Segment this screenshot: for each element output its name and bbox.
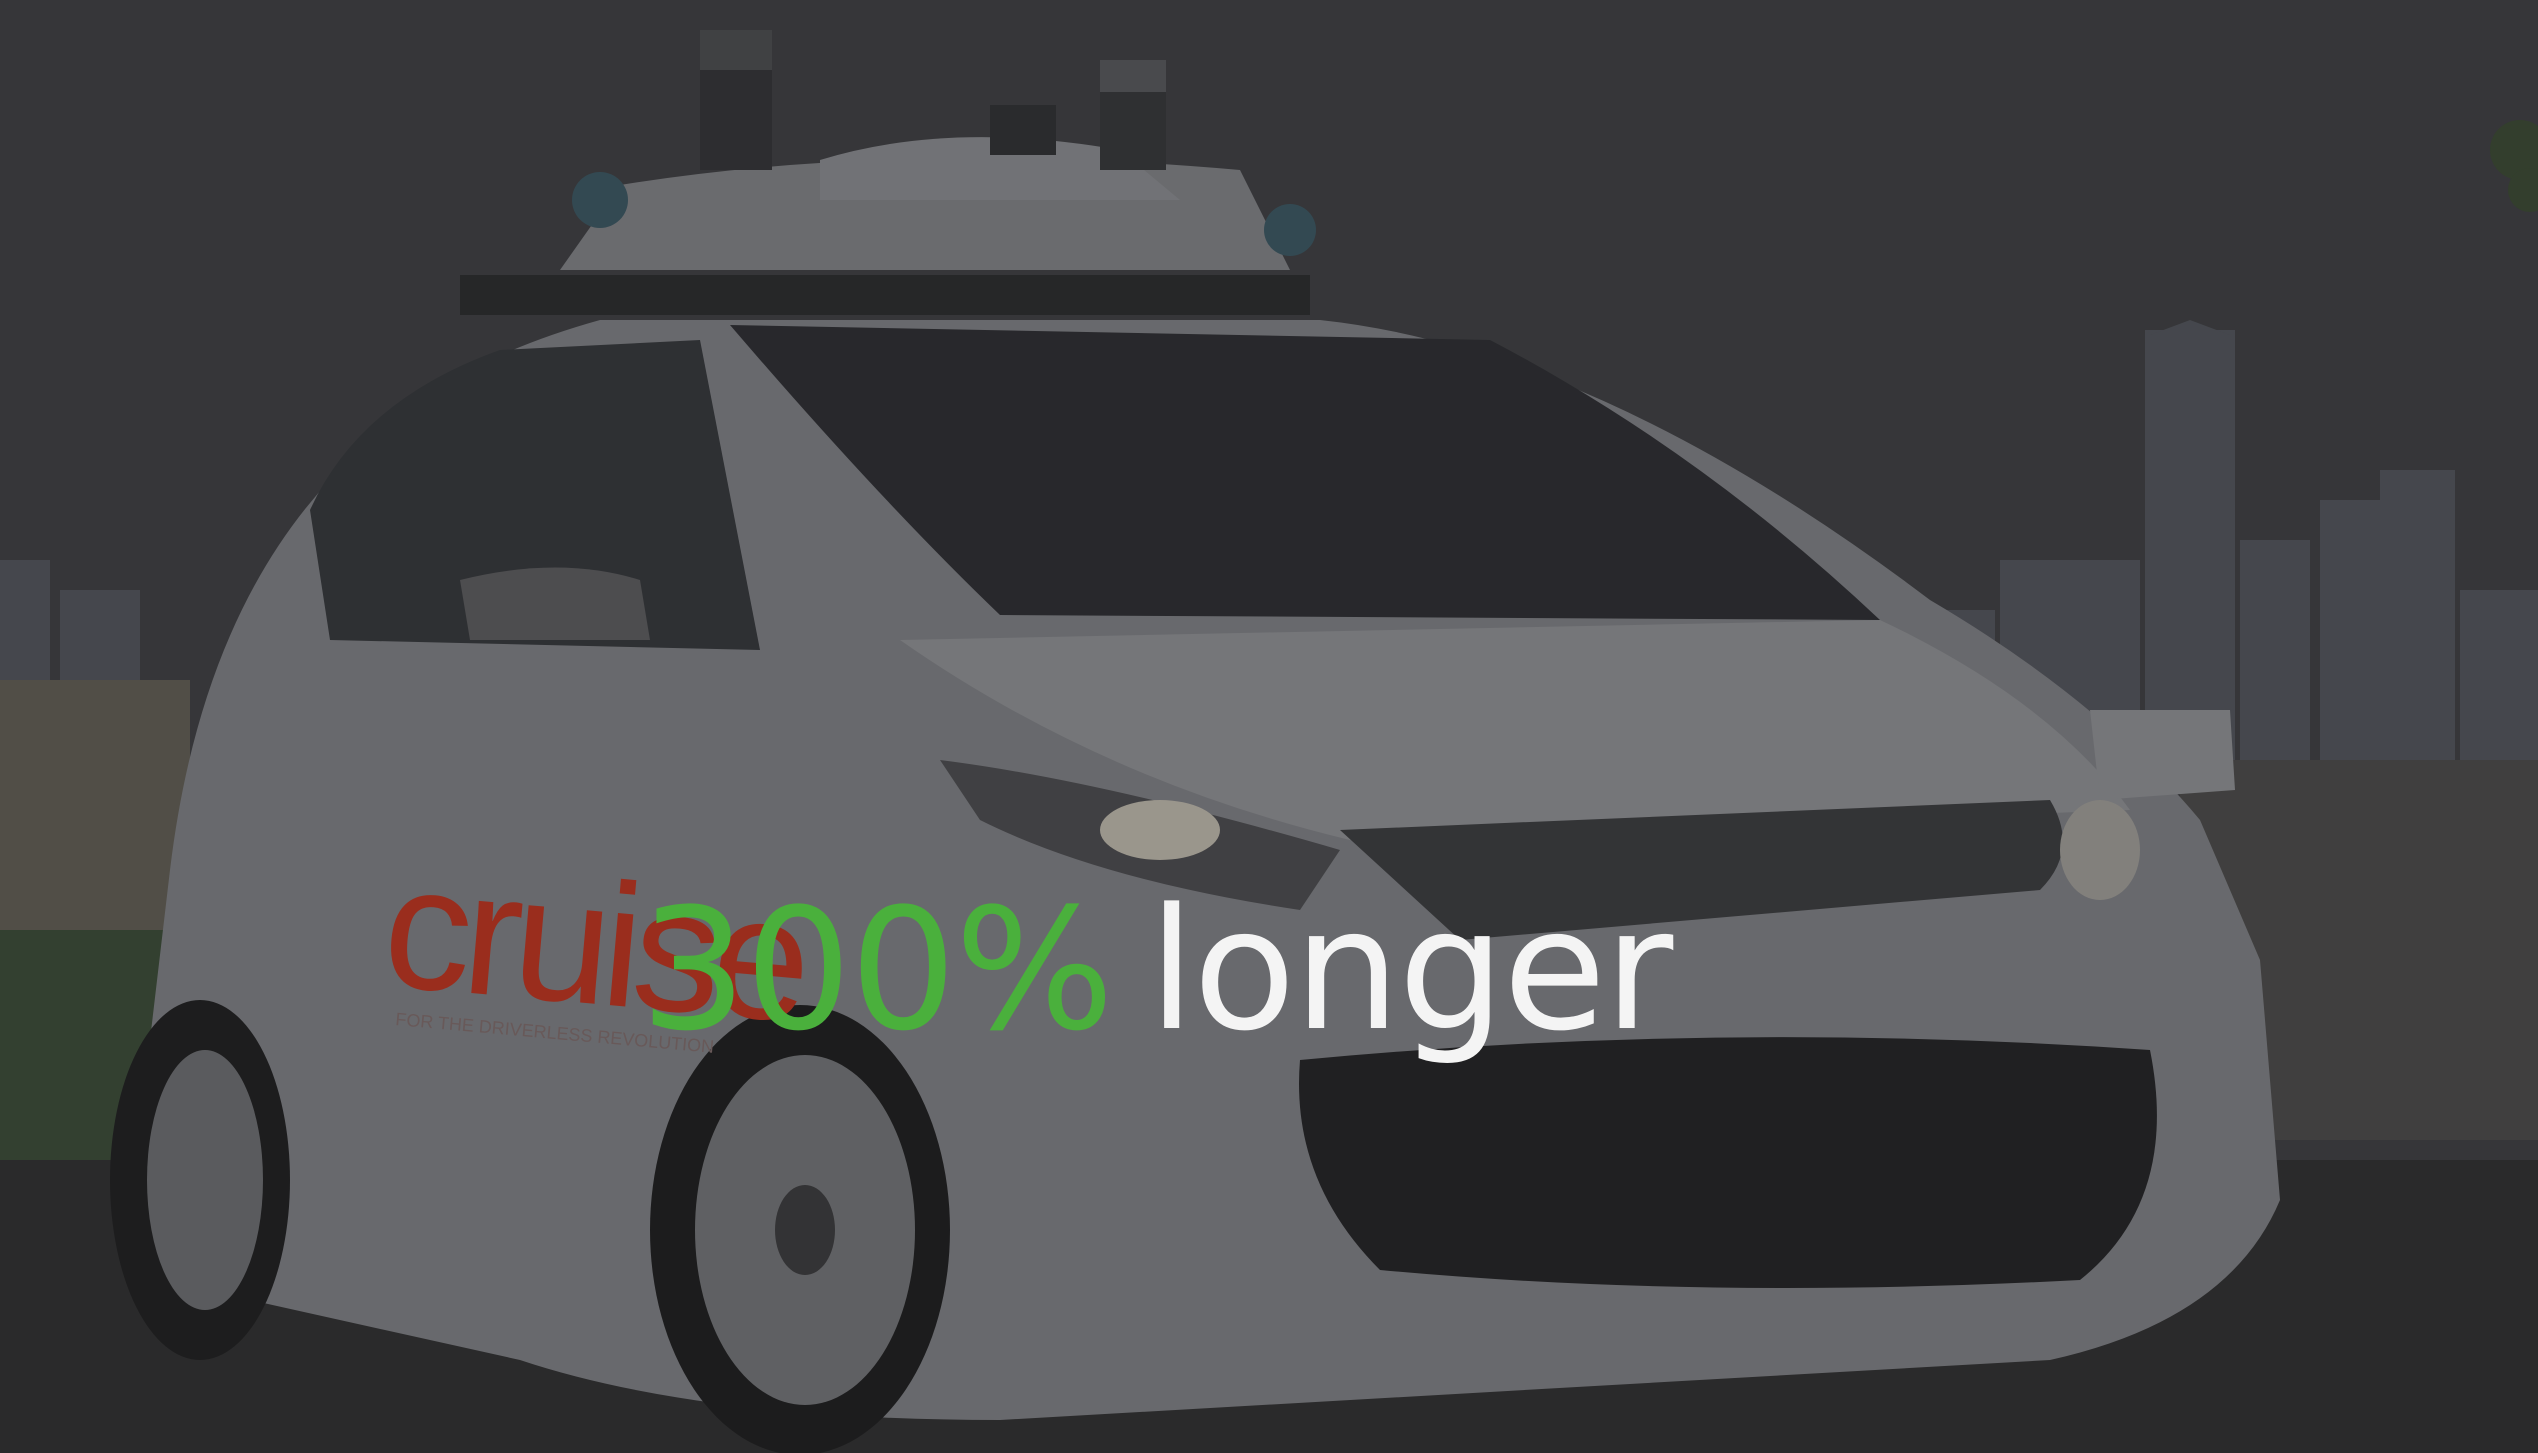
headline-text: longer bbox=[1148, 872, 1673, 1068]
dim-overlay bbox=[0, 0, 2538, 1453]
headline: 300% longer bbox=[640, 870, 1673, 1070]
slide: cruise FOR THE DRIVERLESS REVOLUTION 300… bbox=[0, 0, 2538, 1453]
headline-percentage: 300% bbox=[640, 872, 1114, 1068]
